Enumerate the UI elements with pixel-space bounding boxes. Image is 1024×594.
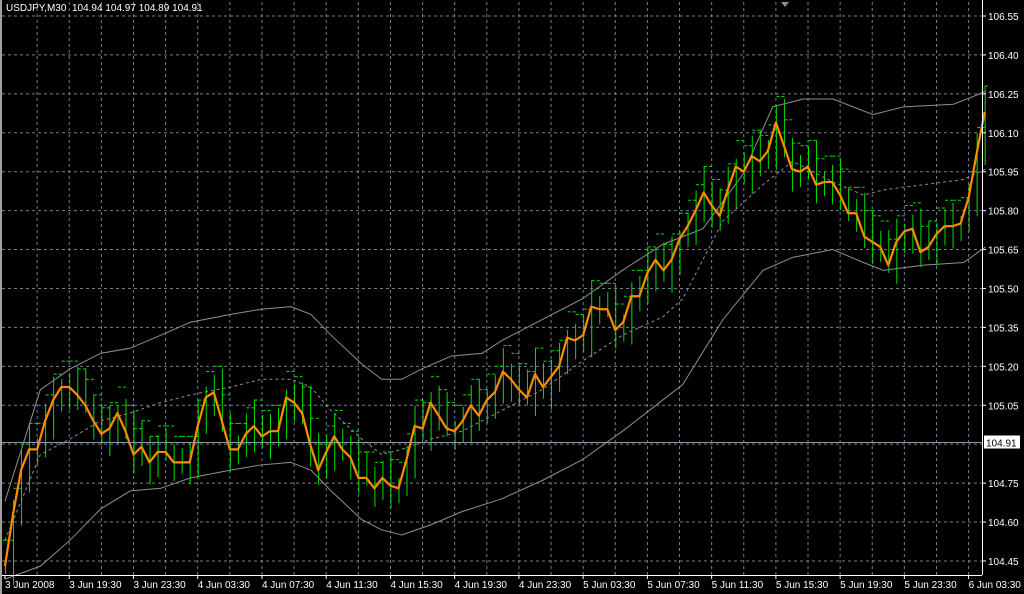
time-tick-label: 4 Jun 11:30 [326, 580, 378, 591]
time-tick-label: 5 Jun 11:30 [712, 580, 764, 591]
current-price-label: 104.91 [986, 439, 1017, 450]
close-value: 104.91 [172, 3, 203, 14]
price-tick-label: 105.65 [988, 246, 1019, 257]
time-tick-label: 4 Jun 19:30 [455, 580, 508, 591]
time-tick-label: 5 Jun 03:30 [583, 580, 636, 591]
time-tick-label: 5 Jun 23:30 [904, 580, 957, 591]
price-tick-label: 106.25 [988, 90, 1019, 101]
price-tick-label: 104.60 [988, 518, 1019, 529]
price-tick-label: 104.75 [988, 479, 1019, 490]
price-tick-label: 105.35 [988, 323, 1019, 334]
open-value: 104.94 [71, 3, 103, 14]
price-chart[interactable]: 106.55 106.40 106.25 106.10 105.95 105.80 105.… [0, 0, 1024, 594]
price-tick-label: 105.20 [988, 362, 1019, 373]
left-border [0, 0, 2, 594]
price-tick-label: 105.50 [988, 284, 1019, 295]
price-tick-label: 104.45 [988, 557, 1019, 568]
time-tick-label: 3 Jun 23:30 [133, 580, 186, 591]
price-tick-label: 106.55 [988, 12, 1019, 23]
chart-background [0, 0, 1024, 594]
low-value: 104.89 [138, 3, 170, 14]
time-tick-label: 6 Jun 03:30 [969, 580, 1022, 591]
time-tick-label: 4 Jun 03:30 [198, 580, 251, 591]
high-value: 104.97 [105, 3, 136, 14]
price-tick-label: 106.40 [988, 51, 1019, 62]
time-tick-label: 4 Jun 15:30 [390, 580, 443, 591]
price-tick-label: 105.80 [988, 207, 1019, 218]
time-tick-label: 3 Jun 2008 [5, 580, 55, 591]
time-tick-label: 5 Jun 15:30 [776, 580, 829, 591]
chart-header: USDJPY,M30 104.94 104.97 104.89 104.91 [6, 3, 203, 14]
time-tick-label: 4 Jun 07:30 [262, 580, 315, 591]
time-tick-label: 5 Jun 07:30 [647, 580, 700, 591]
time-tick-label: 5 Jun 19:30 [840, 580, 893, 591]
price-tick-label: 105.95 [988, 168, 1019, 179]
time-tick-label: 3 Jun 19:30 [69, 580, 122, 591]
symbol-label: USDJPY,M30 [6, 3, 67, 14]
time-tick-label: 4 Jun 23:30 [519, 580, 572, 591]
price-tick-label: 105.05 [988, 401, 1019, 412]
price-tick-label: 106.10 [988, 129, 1019, 140]
